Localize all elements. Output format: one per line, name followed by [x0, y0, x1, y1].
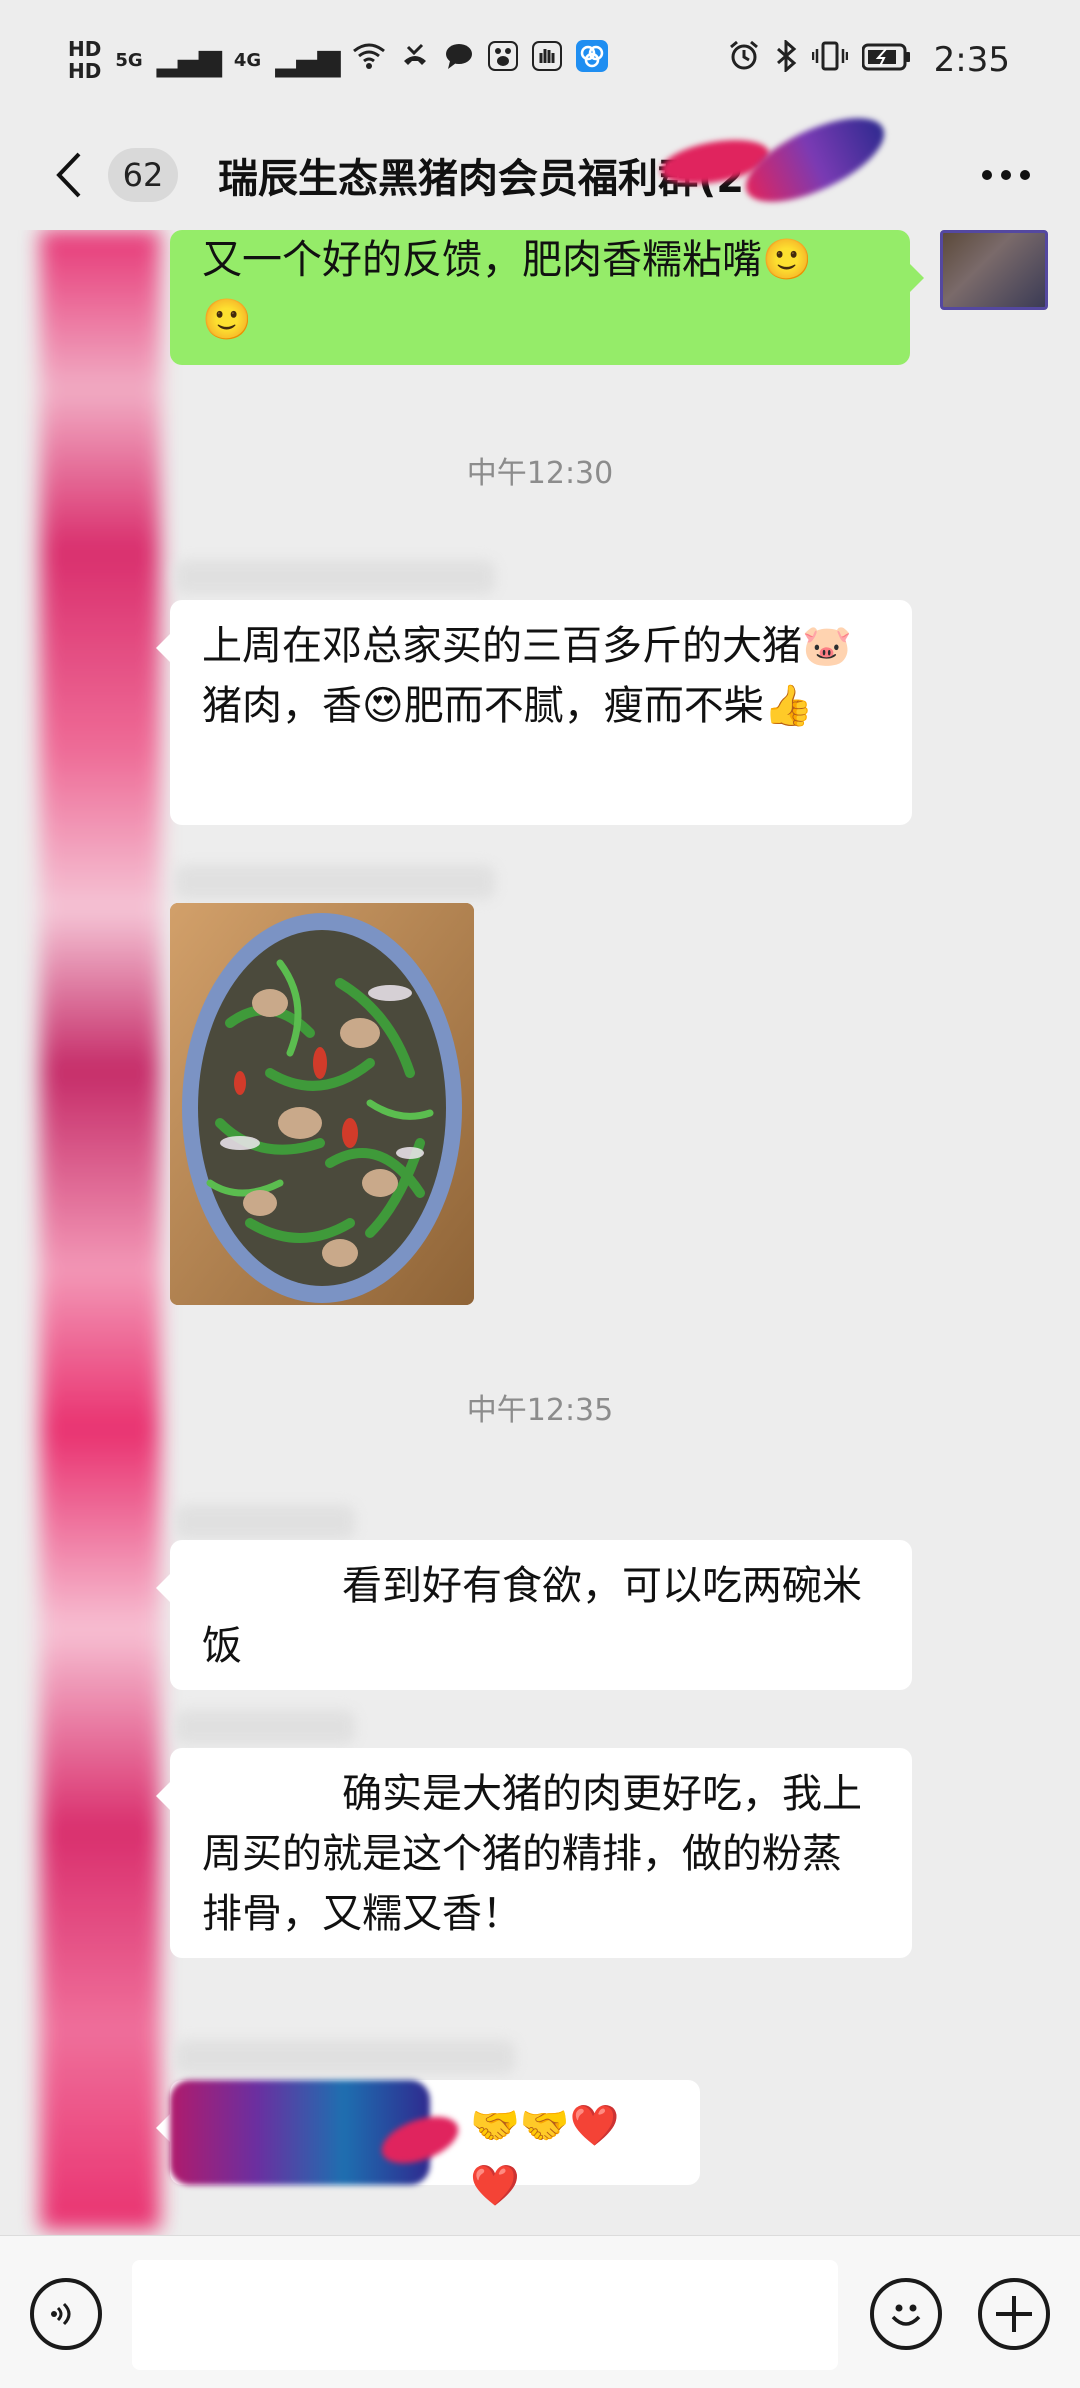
- food-photo[interactable]: [170, 903, 474, 1305]
- emoji-icon: [891, 2304, 921, 2326]
- signal-icon-2: ▂▄▆: [275, 42, 340, 78]
- message-text: 上周在邓总家买的三百多斤的大猪🐷猪肉，香😍肥而不腻，瘦而不柴👍: [202, 623, 852, 729]
- status-right: 2:35: [728, 38, 1010, 80]
- signal-icon: ▂▄▆: [156, 42, 222, 78]
- unread-count-badge[interactable]: 62: [108, 148, 178, 202]
- food-photo-image: [170, 903, 474, 1305]
- more-dots-icon: [982, 170, 1030, 180]
- sender-name: [175, 865, 495, 899]
- blurred-avatars: [40, 230, 160, 2230]
- message-input[interactable]: [132, 2260, 838, 2370]
- voice-icon: [51, 2302, 71, 2326]
- sender-name: [175, 2040, 515, 2074]
- message-text: 看到好有食欲，可以吃两碗米饭: [202, 1563, 862, 1669]
- message-text: 🙂: [202, 297, 252, 343]
- hd-indicator: HD HD: [68, 38, 101, 82]
- hd-bottom: HD: [68, 59, 102, 83]
- hand-app-icon: [532, 41, 563, 79]
- alarm-icon: [728, 40, 760, 80]
- message-icon: [444, 41, 474, 79]
- message-text: 🤝🤝❤️❤️: [470, 2103, 620, 2209]
- wifi-icon: [352, 41, 386, 79]
- message-bubble-own[interactable]: 又一个好的反馈，肥肉香糯粘嘴🙂 🙂: [170, 230, 924, 365]
- message-text: 又一个好的反馈，肥肉香糯粘嘴🙂: [202, 237, 812, 283]
- back-button[interactable]: [38, 145, 98, 205]
- status-left: HD HD 5G ▂▄▆ 4G ▂▄▆: [68, 38, 609, 82]
- vibrate-icon: [811, 40, 848, 80]
- net1-label: 5G: [115, 49, 143, 71]
- blue-app-icon: [576, 40, 609, 80]
- bluetooth-icon: [774, 38, 798, 80]
- sender-name: [175, 560, 495, 594]
- chat-area: 又一个好的反馈，肥肉香糯粘嘴🙂 🙂 中午12:30 上周在邓总家买的三百多斤的大…: [0, 230, 1080, 2235]
- plus-button[interactable]: [978, 2278, 1050, 2350]
- plus-icon: [996, 2296, 1032, 2332]
- voice-button[interactable]: [30, 2278, 102, 2350]
- input-bar: [0, 2235, 1080, 2388]
- paw-app-icon: [488, 41, 519, 79]
- more-button[interactable]: [976, 150, 1036, 200]
- missed-call-icon: [400, 41, 430, 79]
- own-avatar[interactable]: [940, 230, 1048, 310]
- clock: 2:35: [933, 40, 1010, 80]
- sender-name: [175, 1710, 355, 1744]
- message-text: 确实是大猪的肉更好吃，我上周买的就是这个猪的精排，做的粉蒸排骨，又糯又香！: [202, 1771, 862, 1937]
- message-bubble[interactable]: 看到好有食欲，可以吃两碗米饭: [156, 1540, 912, 1690]
- timestamp: 中午12:30: [466, 456, 614, 491]
- back-chevron-icon: [56, 152, 81, 198]
- emoji-button[interactable]: [870, 2278, 942, 2350]
- message-bubble[interactable]: 确实是大猪的肉更好吃，我上周买的就是这个猪的精排，做的粉蒸排骨，又糯又香！: [156, 1748, 912, 1958]
- battery-icon: [861, 41, 912, 79]
- hd-top: HD: [68, 37, 102, 61]
- message-bubble[interactable]: 上周在邓总家买的三百多斤的大猪🐷猪肉，香😍肥而不腻，瘦而不柴👍: [156, 600, 912, 825]
- timestamp: 中午12:35: [466, 1393, 614, 1428]
- status-bar: HD HD 5G ▂▄▆ 4G ▂▄▆ 2:35: [0, 0, 1080, 120]
- net2-label: 4G: [233, 49, 262, 71]
- sender-name: [175, 1505, 355, 1539]
- chat-header: 62 瑞辰生态黑猪肉会员福利群(2: [0, 101, 1080, 230]
